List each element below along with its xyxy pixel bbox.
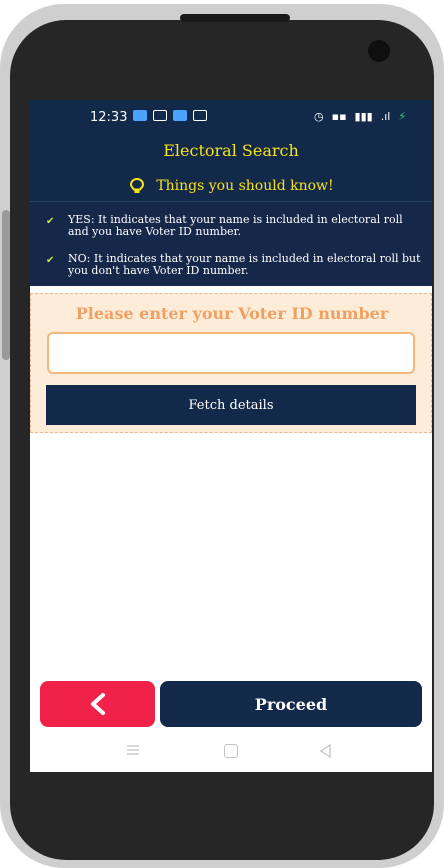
voter-id-input[interactable] — [47, 332, 415, 374]
form-title: Please enter your Voter ID number — [75, 304, 389, 323]
back-arrow-icon — [90, 693, 105, 715]
phone-screen: 12:33 ◷ ▪▪ ▮▮▮ .ıl ⚡ Electoral Search Th… — [30, 100, 432, 772]
system-icons: ◷ ▪▪ ▮▮▮ .ıl ⚡ — [314, 110, 406, 123]
home-icon[interactable] — [224, 744, 238, 758]
tips-label: Things you should know! — [156, 178, 334, 194]
check-icon: ✔ — [46, 216, 55, 227]
notification-icons — [133, 110, 207, 121]
status-bar: 12:33 ◷ ▪▪ ▮▮▮ .ıl ⚡ — [30, 100, 432, 135]
check-icon: ✔ — [46, 255, 55, 266]
calendar-icon — [153, 110, 167, 121]
bulb-icon — [130, 177, 145, 193]
signal-2-icon: .ıl — [380, 110, 391, 123]
page-title: Electoral Search — [163, 141, 299, 160]
proceed-button[interactable]: Proceed — [160, 681, 422, 727]
info-panel: ✔ YES: It indicates that your name is in… — [30, 201, 432, 286]
fetch-details-button[interactable]: Fetch details — [46, 385, 416, 425]
info-text: YES: It indicates that your name is incl… — [68, 213, 403, 238]
message-icon — [133, 110, 147, 121]
tips-row[interactable]: Things you should know! — [30, 177, 432, 195]
back-button[interactable] — [40, 681, 155, 727]
signal-icon: ▮▮▮ — [354, 110, 373, 123]
status-time: 12:33 — [90, 110, 128, 125]
volte-icon: ▪▪ — [331, 110, 347, 123]
camera-icon — [368, 40, 390, 62]
alarm-icon: ◷ — [314, 110, 324, 123]
info-text: NO: It indicates that your name is inclu… — [68, 252, 421, 277]
charging-icon: ⚡ — [398, 110, 407, 123]
system-nav-bar — [30, 732, 432, 772]
phone-speaker — [180, 14, 290, 22]
voter-id-form: Please enter your Voter ID number Fetch … — [30, 293, 432, 433]
card-icon — [193, 110, 207, 121]
nav-back-icon[interactable] — [318, 743, 334, 759]
phone-side-button — [2, 210, 10, 360]
app-header: Electoral Search Things you should know! — [30, 135, 432, 201]
cloud-icon — [173, 110, 187, 121]
menu-icon[interactable] — [126, 744, 140, 756]
